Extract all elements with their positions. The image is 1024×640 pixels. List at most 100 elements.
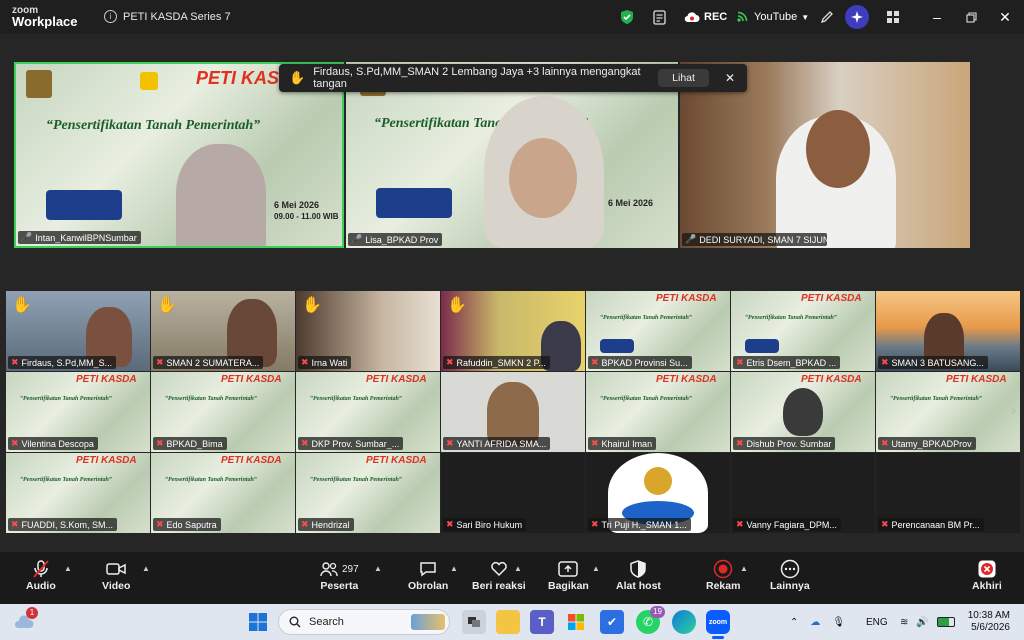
video-tile[interactable]: PETI KASDA “Pensertifikatan Tanah Pemeri… [876, 372, 1020, 452]
video-tile[interactable]: PETI KASDA “Pensertifikatan Tanah Pemeri… [296, 453, 440, 533]
language-indicator[interactable]: ENG [866, 617, 888, 628]
mic-muted-icon: ✖ [881, 357, 889, 367]
chevron-up-icon[interactable]: ▲ [64, 564, 72, 573]
meeting-title: PETI KASDA Series 7 [123, 10, 231, 23]
wifi-icon[interactable]: ≋ [900, 617, 908, 628]
raised-hand-icon: ✋ [12, 297, 32, 314]
share-button[interactable]: Bagikan [548, 558, 589, 592]
nametag: ✖ Dishub Prov. Sumbar [733, 437, 836, 450]
whatsapp-icon[interactable]: ✆ 19 [636, 606, 665, 634]
nametag: ✖ Firdaus, S.Pd,MM_S... [8, 356, 117, 369]
gallery-view-icon[interactable] [882, 6, 904, 28]
brand-bottom: Workplace [12, 14, 78, 29]
whiteboard-pen-icon[interactable] [816, 6, 838, 28]
end-meeting-button[interactable]: Akhiri [972, 558, 1002, 592]
windows-start-icon[interactable] [246, 610, 270, 634]
video-tile[interactable]: PETI KASDA “Pensertifikatan Tanah Pemeri… [586, 372, 730, 452]
nametag: ✖ SMAN 2 SUMATERA... [153, 356, 264, 369]
battery-icon[interactable] [936, 617, 955, 627]
mic-muted-icon: ✖ [301, 357, 309, 367]
restore-button[interactable] [960, 6, 982, 28]
video-tile[interactable]: PETI KASDA “Pensertifikatan Tanah Pemeri… [151, 372, 295, 452]
nametag: ✖ SMAN 3 BATUSANG... [878, 356, 988, 369]
mic-icon: 🎤 [685, 234, 697, 244]
livestream-button[interactable]: YouTube ▼ [736, 6, 809, 28]
file-explorer-icon[interactable] [496, 610, 520, 634]
chevron-up-icon[interactable]: ▲ [450, 564, 458, 573]
video-tile[interactable]: PETI KASDA “Pensertifikatan Tanah Pemeri… [151, 453, 295, 533]
slide-title: PETI KASDA [221, 374, 282, 385]
video-tile[interactable]: ✖ Tri Puji H._SMAN 1... [586, 453, 730, 533]
nametag: ✖ Khairul Iman [588, 437, 657, 450]
video-tile[interactable]: ✋ ✖ Irna Wati [296, 291, 440, 371]
record-button[interactable]: Rekam [706, 558, 740, 592]
audio-button[interactable]: Audio [26, 558, 56, 592]
chevron-up-icon[interactable]: ▲ [740, 564, 748, 573]
slide-subtitle: “Pensertifikatan Tanah Pemerintah” [310, 396, 402, 402]
video-tile[interactable]: ✖ Sari Biro Hukum [441, 453, 585, 533]
meeting-info[interactable]: i PETI KASDA Series 7 [104, 10, 231, 23]
microphone-icon[interactable]: 🎙 [832, 617, 845, 628]
notes-icon[interactable] [648, 6, 670, 28]
participant-face [509, 138, 577, 218]
video-button[interactable]: Video [102, 558, 130, 592]
raised-hand-icon: ✋ [289, 70, 306, 85]
weather-icon[interactable]: 1 [12, 607, 38, 634]
microsoft-store-icon[interactable] [564, 610, 588, 634]
video-tile[interactable]: PETI KASDA “Pensertifikatan Tanah Pemeri… [731, 291, 875, 371]
chevron-up-icon[interactable]: ▲ [592, 564, 600, 573]
video-tile[interactable]: PETI KASDA “Pensertifikatan Tanah Pemeri… [6, 453, 150, 533]
chat-button[interactable]: Obrolan [408, 558, 448, 592]
video-tile[interactable]: ✖ Perencanaan BM Pr... [876, 453, 1020, 533]
meeting-controls: Audio ▲ Video ▲ 297 Peserta ▲ Obrolan ▲ … [0, 552, 1024, 604]
chevron-up-icon[interactable]: ▲ [514, 564, 522, 573]
more-button[interactable]: Lainnya [770, 558, 810, 592]
nametag: ✖ Edo Saputra [153, 518, 221, 531]
teams-icon[interactable]: T [530, 610, 554, 634]
chevron-up-icon[interactable]: ⌃ [790, 617, 798, 628]
video-tile[interactable]: ✖ YANTI AFRIDA SMA... [441, 372, 585, 452]
participants-button[interactable]: 297 Peserta [320, 558, 359, 592]
share-screen-icon [558, 558, 579, 580]
security-shield-icon[interactable]: ✔ [600, 610, 624, 634]
mic-icon: 🎤 [21, 232, 33, 242]
clock[interactable]: 10:38 AM 5/6/2026 [964, 604, 1010, 640]
zoom-app-icon[interactable]: zoom [706, 610, 730, 634]
nametag: ✖ Etris Dsem_BPKAD ... [733, 356, 841, 369]
video-tile[interactable]: PETI KASDA “Pensertifikatan Tanah Pemeri… [6, 372, 150, 452]
participant-name: DEDI SURYADI, SMAN 7 SIJUNJUNG [699, 234, 827, 245]
slide-subtitle: “Pensertifikatan Tanah Pemerintah” [745, 315, 837, 321]
chevron-up-icon[interactable]: ▲ [142, 564, 150, 573]
host-tools-button[interactable]: Alat host [616, 558, 661, 592]
edge-browser-icon[interactable] [672, 610, 696, 634]
reactions-label: Beri reaksi [472, 580, 526, 592]
video-tile[interactable]: ✋ ✖ SMAN 2 SUMATERA... [151, 291, 295, 371]
info-icon[interactable]: i [104, 10, 117, 23]
task-view-icon[interactable] [462, 610, 486, 634]
close-window-button[interactable]: ✕ [994, 6, 1016, 28]
video-tile[interactable]: ✖ SMAN 3 BATUSANG... [876, 291, 1020, 371]
mic-muted-icon: ✖ [736, 357, 744, 367]
video-tile[interactable]: ✖ Vanny Fagiara_DPM... [731, 453, 875, 533]
cloud-record-button[interactable]: REC [684, 6, 727, 28]
onedrive-icon[interactable]: ☁ [810, 617, 820, 628]
video-tile[interactable]: PETI KASDA “Pensertifikatan Tanah Pemeri… [586, 291, 730, 371]
volume-icon[interactable]: 🔊 [916, 617, 928, 628]
participant-name: Rafuddin_SMKN 2 P... [456, 357, 546, 368]
view-button[interactable]: Lihat [658, 69, 709, 87]
video-tile[interactable]: ✋ ✖ Firdaus, S.Pd,MM_S... [6, 291, 150, 371]
ai-companion-icon[interactable] [845, 5, 869, 29]
minimize-button[interactable]: – [926, 6, 948, 28]
record-label: Rekam [706, 580, 741, 592]
chevron-right-icon[interactable]: › [1011, 402, 1016, 420]
title-bar: zoom Workplace i PETI KASDA Series 7 REC… [0, 0, 1024, 34]
chevron-up-icon[interactable]: ▲ [374, 564, 382, 573]
raised-hand-icon: ✋ [302, 297, 322, 314]
video-tile[interactable]: PETI KASDA ✖ Dishub Prov. Sumbar [731, 372, 875, 452]
participant-name: Lisa_BPKAD Prov [365, 234, 439, 245]
encryption-shield-icon[interactable] [616, 6, 638, 28]
close-icon[interactable]: ✕ [725, 71, 735, 85]
taskbar-search[interactable]: Search [278, 609, 450, 635]
video-tile[interactable]: PETI KASDA “Pensertifikatan Tanah Pemeri… [296, 372, 440, 452]
video-tile[interactable]: ✋ ✖ Rafuddin_SMKN 2 P... [441, 291, 585, 371]
